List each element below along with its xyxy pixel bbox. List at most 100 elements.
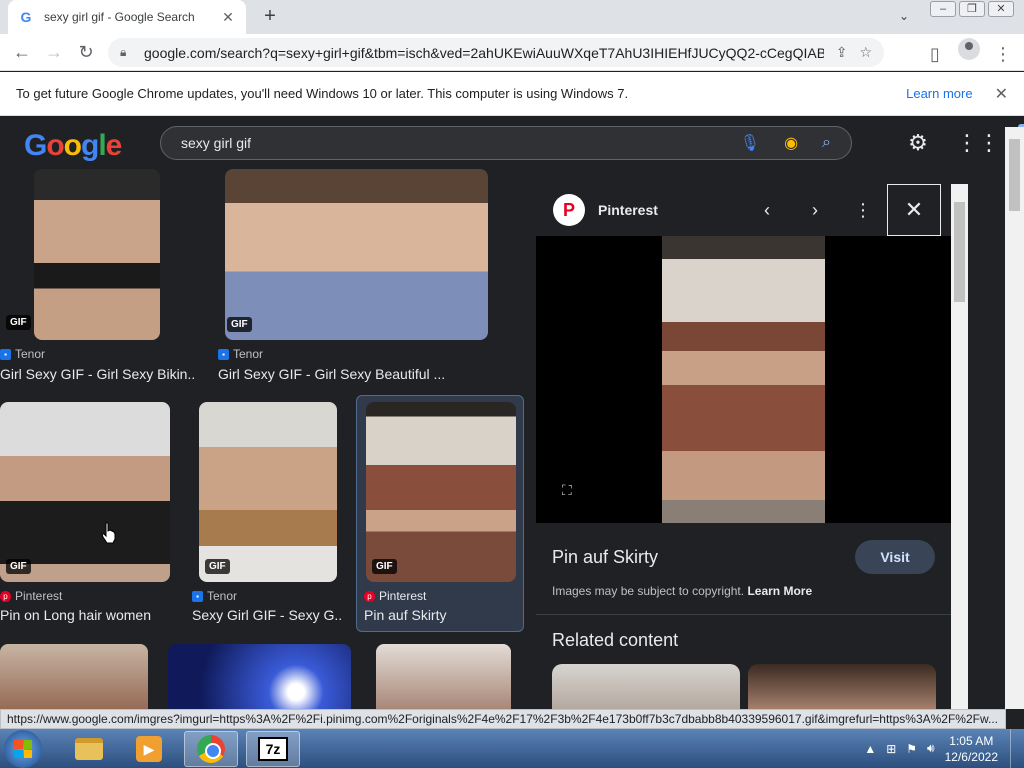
pinterest-icon: p	[364, 590, 375, 602]
preview-scroll-thumb[interactable]	[954, 202, 965, 302]
clock-date: 12/6/2022	[944, 749, 998, 764]
preview-image-area[interactable]: ⛶	[536, 236, 951, 523]
result-source[interactable]: p Pinterest	[364, 589, 426, 603]
preview-site-name[interactable]: Pinterest	[598, 202, 658, 218]
preview-divider	[536, 614, 951, 615]
infobar-learn-more-link[interactable]: Learn more	[906, 86, 972, 101]
visual-search-icon[interactable]: ⛶	[562, 482, 572, 499]
copyright-notice: Images may be subject to copyright. Lear…	[552, 584, 812, 598]
browser-toolbar: ← → ↻ 🔒︎ google.com/search?q=sexy+girl+g…	[0, 34, 1024, 71]
start-button[interactable]	[4, 730, 42, 768]
image-results-grid: GIF ▪ Tenor Girl Sexy GIF - Girl Sexy Bik…	[0, 169, 535, 709]
result-thumbnail[interactable]: GIF	[34, 169, 160, 340]
result-thumbnail[interactable]	[376, 644, 511, 709]
result-thumbnail[interactable]: GIF	[225, 169, 488, 340]
minimize-button[interactable]: –	[930, 1, 956, 17]
chrome-menu-icon[interactable]: ⋮	[990, 38, 1016, 70]
result-title[interactable]: Girl Sexy GIF - Girl Sexy Bikin...	[0, 366, 196, 382]
logo-letter: o	[46, 129, 64, 162]
new-tab-button[interactable]: +	[258, 4, 282, 28]
related-content-heading: Related content	[552, 630, 679, 650]
taskbar-chrome[interactable]	[184, 731, 238, 767]
previous-result-chevron-icon[interactable]: ‹	[743, 200, 791, 221]
windows-logo-icon	[14, 740, 32, 758]
logo-letter: G	[24, 129, 47, 162]
update-infobar: To get future Google Chrome updates, you…	[0, 72, 1024, 116]
chrome-icon	[197, 735, 225, 763]
page-scrollbar[interactable]	[1005, 127, 1024, 709]
pinterest-logo-icon[interactable]: P	[553, 194, 585, 226]
bookmark-star-icon[interactable]: ☆	[859, 44, 872, 61]
settings-gear-icon[interactable]: ⚙	[906, 129, 930, 157]
pinterest-icon: p	[0, 590, 11, 602]
result-source[interactable]: ▪ Tenor	[192, 589, 237, 603]
forward-button[interactable]: →	[38, 36, 70, 68]
page-scroll-thumb[interactable]	[1009, 139, 1020, 211]
tab-google-search[interactable]: G sexy girl gif - Google Search ✕	[8, 0, 246, 34]
result-thumbnail[interactable]	[168, 644, 351, 709]
next-result-chevron-icon[interactable]: ›	[791, 200, 839, 221]
copyright-text: Images may be subject to copyright.	[552, 584, 745, 598]
gif-badge: GIF	[227, 317, 252, 332]
search-icon[interactable]: ⌕	[822, 134, 831, 152]
show-hidden-icons-icon[interactable]: ▲	[864, 742, 876, 756]
microphone-icon[interactable]: 🎙︎	[740, 133, 760, 153]
result-source[interactable]: ▪ Tenor	[0, 347, 45, 361]
source-name: Tenor	[15, 347, 46, 361]
volume-icon[interactable]: 🔊︎	[927, 741, 935, 756]
reload-button[interactable]: ↻	[70, 36, 102, 68]
show-desktop-button[interactable]	[1010, 729, 1024, 768]
related-thumbnail[interactable]	[748, 664, 936, 709]
result-source[interactable]: p Pinterest	[0, 589, 62, 603]
url-text[interactable]: google.com/search?q=sexy+girl+gif&tbm=is…	[144, 45, 824, 61]
more-options-icon[interactable]: ⋮	[839, 200, 887, 221]
preview-title[interactable]: Pin auf Skirty	[552, 547, 658, 568]
tab-search-chevron-icon[interactable]: ⌄	[894, 6, 914, 26]
taskbar-7zip[interactable]: 7z	[246, 731, 300, 767]
google-lens-icon[interactable]: ◉	[784, 133, 798, 153]
google-logo[interactable]: Google	[24, 129, 122, 163]
link-status-bar: https://www.google.com/imgres?imgurl=htt…	[0, 709, 1006, 729]
visit-button[interactable]: Visit	[855, 540, 935, 574]
result-title[interactable]: Pin on Long hair women	[0, 607, 170, 623]
infobar-close-icon[interactable]: ✕	[995, 84, 1008, 104]
windows-taskbar: ▶ 7z ▲ ⊞ ⚑ 🔊︎ 1:05 AM 12/6/2022	[0, 729, 1024, 768]
lock-icon[interactable]: 🔒︎	[120, 45, 136, 60]
profile-avatar[interactable]	[956, 38, 982, 70]
preview-scrollbar[interactable]	[951, 184, 968, 709]
network-icon[interactable]: ⊞	[886, 742, 896, 756]
tenor-icon: ▪	[0, 348, 11, 360]
back-button[interactable]: ←	[6, 36, 38, 68]
result-title[interactable]: Sexy Girl GIF - Sexy G...	[192, 607, 342, 623]
result-title[interactable]: Girl Sexy GIF - Girl Sexy Beautiful ...	[218, 366, 478, 382]
tab-close-icon[interactable]: ✕	[220, 9, 236, 26]
side-panel-icon[interactable]: ▯	[922, 38, 948, 70]
clock-time: 1:05 AM	[949, 733, 994, 748]
result-thumbnail[interactable]: GIF	[199, 402, 337, 582]
address-bar[interactable]: 🔒︎ google.com/search?q=sexy+girl+gif&tbm…	[108, 38, 884, 67]
source-name: Pinterest	[379, 589, 427, 603]
action-center-icon[interactable]: ⚑	[906, 742, 917, 756]
close-preview-icon[interactable]: ✕	[887, 184, 941, 236]
system-clock[interactable]: 1:05 AM 12/6/2022	[945, 733, 998, 765]
taskbar-media-player[interactable]: ▶	[122, 731, 176, 767]
7zip-icon: 7z	[258, 737, 288, 761]
preview-image[interactable]	[662, 236, 825, 523]
result-thumbnail[interactable]: GIF	[0, 402, 170, 582]
share-icon[interactable]: ⇪	[836, 44, 848, 61]
related-thumbnail[interactable]	[552, 664, 740, 709]
result-source[interactable]: ▪ Tenor	[218, 347, 263, 361]
gif-badge: GIF	[205, 559, 230, 574]
google-apps-icon[interactable]: ⋮⋮	[956, 129, 1000, 157]
media-player-icon: ▶	[136, 736, 162, 762]
restore-button[interactable]: ❐	[959, 1, 985, 17]
close-window-button[interactable]: ✕	[988, 1, 1014, 17]
tenor-icon: ▪	[218, 348, 229, 360]
result-thumbnail[interactable]: GIF	[366, 402, 516, 582]
taskbar-explorer[interactable]	[62, 731, 116, 767]
result-thumbnail[interactable]	[0, 644, 148, 709]
search-input[interactable]	[181, 135, 716, 151]
gif-badge: GIF	[6, 559, 31, 574]
result-title[interactable]: Pin auf Skirty	[364, 607, 514, 623]
copyright-learn-more-link[interactable]: Learn More	[747, 584, 812, 598]
